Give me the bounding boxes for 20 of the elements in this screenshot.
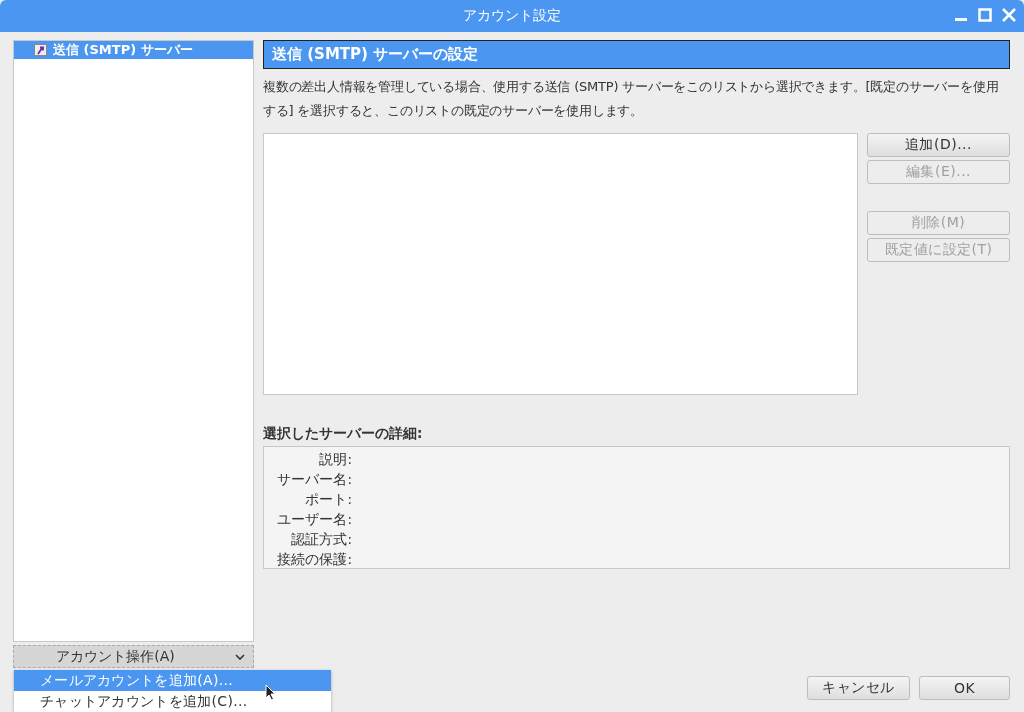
field-label: 認証方式:	[290, 530, 352, 549]
account-actions-button[interactable]: アカウント操作(A)	[13, 645, 254, 668]
maximize-icon[interactable]	[978, 8, 992, 22]
dialog-button[interactable]: OK	[919, 676, 1010, 700]
field-label: 説明:	[318, 450, 352, 469]
field-label: ポート:	[304, 490, 352, 509]
field-label: 接続の保護:	[276, 550, 352, 569]
details-heading: 選択したサーバーの詳細:	[263, 425, 424, 443]
mouse-pointer-icon	[265, 684, 276, 701]
outgoing-mail-icon	[34, 44, 47, 56]
window-title: アカウント設定	[463, 7, 561, 25]
panel-heading: 送信 (SMTP) サーバーの設定	[263, 40, 1010, 69]
chevron-down-icon	[234, 653, 245, 660]
field-label: サーバー名:	[276, 470, 352, 489]
server-action-button[interactable]: 追加(D)...	[867, 133, 1010, 157]
field-label: ユーザー名:	[276, 510, 352, 529]
menu-item[interactable]: チャットアカウントを追加(C)...	[14, 691, 331, 712]
dialog-button[interactable]: キャンセル	[807, 676, 910, 700]
close-icon[interactable]	[1002, 8, 1016, 22]
description-text: 複数の差出人情報を管理している場合、使用する送信 (SMTP) サーバーをこのリストから選択できます。[既定のサーバーを使用する] を選択すると、このリストの既定のサーバーを使用します。	[263, 78, 1000, 120]
